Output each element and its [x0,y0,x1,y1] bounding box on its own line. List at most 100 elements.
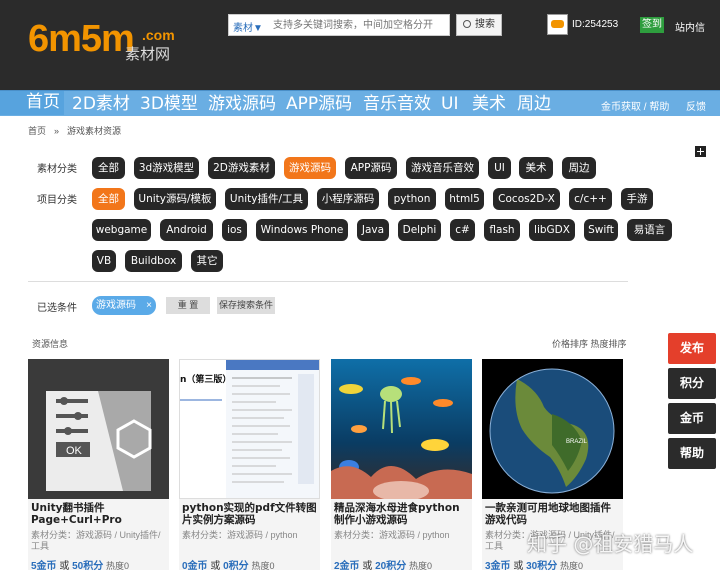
signin-button[interactable]: 签到 [640,17,664,33]
search-icon [463,20,471,28]
project-tag[interactable]: c# [450,219,475,241]
category-tag[interactable]: 2D游戏素材 [208,157,275,179]
project-tag[interactable]: VB [92,250,116,272]
save-search-button[interactable]: 保存搜索条件 [217,297,275,314]
card-category: 素材分类：游戏源码 / python [334,530,450,540]
nav-item-ui[interactable]: UI [441,93,458,115]
card-thumbnail[interactable] [331,359,472,499]
publish-button[interactable]: 发布 [668,333,716,364]
pdf-document-image: n（第三版） [180,360,319,498]
category-tag[interactable]: 周边 [562,157,596,179]
site-logo[interactable]: 6m5m .com 素材网 [28,18,188,68]
help-button[interactable]: 帮助 [668,438,716,469]
category-tag-active[interactable]: 游戏源码 [284,157,336,179]
nav-item-app-source[interactable]: APP源码 [286,93,352,115]
project-tag[interactable]: 其它 [191,250,223,272]
card-thumbnail[interactable]: OK [28,359,169,499]
card-gold: 0金币 [182,561,208,572]
project-tag[interactable]: ios [222,219,247,241]
breadcrumb-separator: » [54,126,60,136]
search-button[interactable]: 搜索 [456,14,502,36]
project-tag[interactable]: Unity插件/工具 [225,188,308,210]
nav-item-art[interactable]: 美术 [472,93,506,115]
card-gold: 3金币 [485,561,511,572]
category-tag[interactable]: 全部 [92,157,125,179]
search-input[interactable] [273,17,443,33]
category-tag[interactable]: APP源码 [345,157,397,179]
category-tag[interactable]: 美术 [519,157,553,179]
avatar[interactable] [547,14,568,35]
gold-button[interactable]: 金币 [668,403,716,434]
search-type-select[interactable]: 素材▼ [233,19,263,34]
project-tag[interactable]: html5 [445,188,484,210]
aquarium-image [331,377,472,499]
resource-card[interactable]: 精品深海水母进食python制作小游戏源码 素材分类：游戏源码 / python… [331,359,472,572]
card-title[interactable]: python实现的pdf文件转图片实例方案源码 [182,502,318,526]
card-category: 素材分类：游戏源码 / python [182,530,298,540]
card-gold: 5金币 [31,561,57,572]
reset-button[interactable]: 重 置 [166,297,210,314]
resource-info-label: 资源信息 [32,339,69,349]
points-button[interactable]: 积分 [668,368,716,399]
project-tag[interactable]: Cocos2D-X [493,188,560,210]
selected-label: 已选条件 [37,303,77,314]
project-tag[interactable]: webgame [92,219,151,241]
card-or: 或 [362,561,373,572]
selected-filter-chip[interactable]: 游戏源码 × [92,296,156,315]
nav-item-2d[interactable]: 2D素材 [72,93,130,115]
project-filter-label: 项目分类 [37,195,77,206]
messages-link[interactable]: 站内信 [675,19,705,34]
brazil-label-graphic: BRAZIL [566,439,588,445]
resource-card[interactable]: OK Unity翻书插件Page+Curl+Pro 素材分类：游戏源码 / Un… [28,359,169,572]
card-title[interactable]: 一款亲测可用地球地图插件游戏代码 [485,502,621,526]
nav-item-audio[interactable]: 音乐音效 [363,93,431,115]
category-tag[interactable]: UI [488,157,511,179]
project-tag[interactable]: Windows Phone [256,219,348,241]
search-button-label: 搜索 [475,19,495,30]
card-title[interactable]: 精品深海水母进食python制作小游戏源码 [334,502,470,526]
pdf-title-graphic: n（第三版） [180,373,231,385]
feedback-link[interactable]: 反馈 [686,98,706,113]
gold-help-link[interactable]: 金币获取 / 帮助 [601,98,669,113]
user-id[interactable]: ID:254253 [572,19,618,30]
card-or: 或 [210,561,221,572]
resource-card[interactable]: n（第三版） python实现的pdf文件转图片实例方案源码 素材分类：游戏源码… [179,359,320,572]
main-nav: 首页 2D素材 3D模型 游戏源码 APP源码 音乐音效 UI 美术 周边 金币… [0,90,720,116]
project-tag-active[interactable]: 全部 [92,188,125,210]
project-tag[interactable]: Android [160,219,213,241]
project-tag[interactable]: Swift [584,219,618,241]
project-tag[interactable]: Java [357,219,389,241]
breadcrumb-home[interactable]: 首页 [28,126,46,136]
card-gold: 2金币 [334,561,360,572]
filter-divider [28,281,628,282]
category-filter-label: 素材分类 [37,164,77,175]
project-tag[interactable]: python [388,188,436,210]
logo-domain: .com [142,27,175,43]
project-tag[interactable]: Buildbox [125,250,182,272]
card-thumbnail[interactable]: n（第三版） [179,359,320,499]
sort-options[interactable]: 价格排序 热度排序 [552,337,627,350]
category-tag[interactable]: 3d游戏模型 [134,157,199,179]
project-tag[interactable]: Unity源码/模板 [134,188,216,210]
card-points: 20积分 [375,561,407,572]
category-tag[interactable]: 游戏音乐音效 [406,157,479,179]
close-icon[interactable]: × [146,296,152,315]
top-bar: 6m5m .com 素材网 素材▼ 搜索 ID:254253 签到 站内信 [0,0,720,90]
project-tag[interactable]: 手游 [621,188,653,210]
project-tag[interactable]: flash [484,219,520,241]
nav-item-home[interactable]: 首页 [0,91,64,115]
project-tag[interactable]: 易语言 [627,219,672,241]
project-tag[interactable]: c/c++ [569,188,612,210]
nav-item-periphery[interactable]: 周边 [517,93,551,115]
card-thumbnail[interactable]: BRAZIL [482,359,623,499]
card-or: 或 [59,561,70,572]
card-points: 50积分 [72,561,104,572]
card-title[interactable]: Unity翻书插件Page+Curl+Pro [31,502,167,526]
project-tag[interactable]: Delphi [398,219,441,241]
project-tag[interactable]: 小程序源码 [317,188,379,210]
plus-icon[interactable] [695,146,706,157]
nav-item-game-source[interactable]: 游戏源码 [208,93,276,115]
nav-item-3d[interactable]: 3D模型 [140,93,198,115]
card-category: 素材分类：游戏源码 / Unity插件/工具 [31,530,161,551]
project-tag[interactable]: libGDX [529,219,575,241]
